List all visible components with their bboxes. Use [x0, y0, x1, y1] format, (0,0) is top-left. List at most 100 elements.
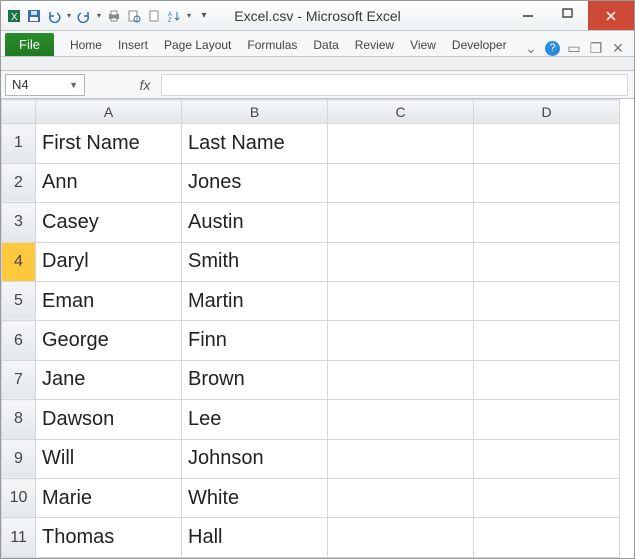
- formula-input[interactable]: [161, 74, 628, 96]
- minimize-button[interactable]: [508, 1, 548, 25]
- new-file-icon[interactable]: [145, 7, 163, 25]
- cell-D10[interactable]: [474, 479, 620, 518]
- cell-C11[interactable]: [328, 518, 474, 558]
- fx-icon[interactable]: fx: [129, 77, 161, 93]
- cell-D7[interactable]: [474, 360, 620, 399]
- mdi-restore-icon[interactable]: ❐: [588, 40, 604, 56]
- cell-C2[interactable]: [328, 163, 474, 202]
- cell-A3[interactable]: Casey: [36, 203, 182, 242]
- cell-A5[interactable]: Eman: [36, 281, 182, 320]
- cell-C10[interactable]: [328, 479, 474, 518]
- undo-dropdown-icon[interactable]: ▾: [65, 7, 73, 25]
- name-box[interactable]: N4 ▼: [5, 74, 85, 96]
- row-header-2[interactable]: 2: [2, 163, 36, 202]
- maximize-button[interactable]: [548, 1, 588, 25]
- tab-review[interactable]: Review: [347, 34, 402, 56]
- cell-A4[interactable]: Daryl: [36, 242, 182, 281]
- cell-D5[interactable]: [474, 281, 620, 320]
- redo-dropdown-icon[interactable]: ▾: [95, 7, 103, 25]
- column-header-D[interactable]: D: [474, 100, 620, 124]
- table-row: 9WillJohnson: [2, 439, 620, 478]
- excel-icon: X: [5, 7, 23, 25]
- tab-developer[interactable]: Developer: [444, 34, 515, 56]
- cell-B1[interactable]: Last Name: [182, 124, 328, 163]
- tab-file[interactable]: File: [5, 33, 54, 56]
- cell-B6[interactable]: Finn: [182, 321, 328, 360]
- cell-D3[interactable]: [474, 203, 620, 242]
- cell-B3[interactable]: Austin: [182, 203, 328, 242]
- redo-icon[interactable]: [75, 7, 93, 25]
- tab-page-layout[interactable]: Page Layout: [156, 34, 239, 56]
- cell-B2[interactable]: Jones: [182, 163, 328, 202]
- cell-A2[interactable]: Ann: [36, 163, 182, 202]
- cell-D11[interactable]: [474, 518, 620, 558]
- cell-C1[interactable]: [328, 124, 474, 163]
- close-button[interactable]: [588, 1, 634, 30]
- mdi-close-icon[interactable]: ✕: [610, 40, 626, 56]
- cell-C3[interactable]: [328, 203, 474, 242]
- cell-C9[interactable]: [328, 439, 474, 478]
- cell-B7[interactable]: Brown: [182, 360, 328, 399]
- cell-C5[interactable]: [328, 281, 474, 320]
- quick-print-icon[interactable]: [105, 7, 123, 25]
- cell-C7[interactable]: [328, 360, 474, 399]
- column-header-B[interactable]: B: [182, 100, 328, 124]
- tab-formulas[interactable]: Formulas: [239, 34, 305, 56]
- cell-A9[interactable]: Will: [36, 439, 182, 478]
- customize-qat-icon[interactable]: ▾: [195, 7, 213, 25]
- column-header-A[interactable]: A: [36, 100, 182, 124]
- cell-D8[interactable]: [474, 400, 620, 439]
- cell-B4[interactable]: Smith: [182, 242, 328, 281]
- tab-home[interactable]: Home: [62, 34, 110, 56]
- ribbon-options-icon[interactable]: ⌄: [523, 40, 539, 56]
- row-header-1[interactable]: 1: [2, 124, 36, 163]
- tab-data[interactable]: Data: [305, 34, 346, 56]
- row-header-9[interactable]: 9: [2, 439, 36, 478]
- row-header-4[interactable]: 4: [2, 242, 36, 281]
- cell-A8[interactable]: Dawson: [36, 400, 182, 439]
- row-header-5[interactable]: 5: [2, 281, 36, 320]
- column-header-C[interactable]: C: [328, 100, 474, 124]
- select-all-cell[interactable]: [2, 100, 36, 124]
- svg-text:Z: Z: [168, 18, 172, 23]
- row-header-6[interactable]: 6: [2, 321, 36, 360]
- sort-icon[interactable]: AZ: [165, 7, 183, 25]
- help-icon[interactable]: ?: [545, 41, 560, 56]
- cell-D1[interactable]: [474, 124, 620, 163]
- cell-C4[interactable]: [328, 242, 474, 281]
- cell-A11[interactable]: Thomas: [36, 518, 182, 558]
- row-header-3[interactable]: 3: [2, 203, 36, 242]
- row-header-8[interactable]: 8: [2, 400, 36, 439]
- print-preview-icon[interactable]: [125, 7, 143, 25]
- cell-D9[interactable]: [474, 439, 620, 478]
- svg-text:X: X: [11, 12, 18, 23]
- row-header-7[interactable]: 7: [2, 360, 36, 399]
- undo-icon[interactable]: [45, 7, 63, 25]
- spreadsheet-grid[interactable]: ABCD 1First NameLast Name 2AnnJones 3CaseyA…: [1, 99, 634, 558]
- ribbon-collapsed-area: [1, 57, 634, 71]
- cell-B9[interactable]: Johnson: [182, 439, 328, 478]
- tab-insert[interactable]: Insert: [110, 34, 156, 56]
- tab-view[interactable]: View: [402, 34, 444, 56]
- row-header-11[interactable]: 11: [2, 518, 36, 558]
- cell-D6[interactable]: [474, 321, 620, 360]
- cell-B10[interactable]: White: [182, 479, 328, 518]
- sort-dropdown-icon[interactable]: ▾: [185, 7, 193, 25]
- cell-D2[interactable]: [474, 163, 620, 202]
- cell-A7[interactable]: Jane: [36, 360, 182, 399]
- cell-A10[interactable]: Marie: [36, 479, 182, 518]
- cell-C8[interactable]: [328, 400, 474, 439]
- name-box-dropdown-icon[interactable]: ▼: [69, 80, 78, 90]
- cell-A6[interactable]: George: [36, 321, 182, 360]
- cell-C6[interactable]: [328, 321, 474, 360]
- cell-B11[interactable]: Hall: [182, 518, 328, 558]
- table-row: 8DawsonLee: [2, 400, 620, 439]
- mdi-minimize-icon[interactable]: ▭: [566, 40, 582, 56]
- cell-B8[interactable]: Lee: [182, 400, 328, 439]
- cell-D4[interactable]: [474, 242, 620, 281]
- formula-bar: N4 ▼ fx: [1, 71, 634, 99]
- cell-A1[interactable]: First Name: [36, 124, 182, 163]
- cell-B5[interactable]: Martin: [182, 281, 328, 320]
- row-header-10[interactable]: 10: [2, 479, 36, 518]
- save-icon[interactable]: [25, 7, 43, 25]
